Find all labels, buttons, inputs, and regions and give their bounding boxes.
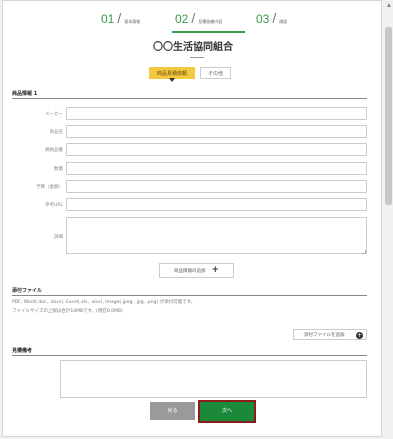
page-scrollbar[interactable] — [384, 0, 393, 439]
field-row-product-name: 商品名 — [3, 125, 383, 139]
step-1-label: 基本情報 — [124, 19, 141, 24]
step-2-number: 02 — [175, 12, 189, 26]
request-type-tabs: 商品見積依頼 その他 — [149, 67, 232, 82]
quantity-label: 数量 — [54, 167, 63, 172]
plus-icon: + — [211, 265, 220, 275]
model-number-label: 規格品番 — [45, 148, 63, 153]
tab-product-quote[interactable]: 商品見積依頼 — [149, 67, 196, 82]
page-title: 〇〇生活協同組合 — [153, 42, 233, 53]
reference-url-input[interactable] — [66, 198, 367, 211]
section-divider — [12, 295, 367, 296]
budget-label: 予算（金額） — [36, 185, 63, 190]
remarks-textarea[interactable] — [60, 360, 367, 398]
product-name-label: 商品名 — [49, 130, 64, 135]
reference-url-label: 参考URL — [45, 203, 63, 208]
attachment-format-note: PDF, Word(.doc, .docx), Excel(.xls, .xls… — [12, 300, 196, 305]
step-3: 03 / 確認 — [256, 10, 287, 26]
section-divider — [12, 98, 367, 99]
step-separator: / — [117, 10, 122, 26]
add-attachment-label: 添付ファイルを追加 — [304, 332, 345, 338]
detail-label: 詳細 — [54, 235, 63, 240]
attachment-section-title: 添付ファイル — [12, 288, 43, 294]
step-3-label: 確認 — [279, 19, 288, 24]
product-name-input[interactable] — [66, 125, 367, 138]
detail-textarea[interactable] — [66, 217, 367, 254]
quantity-input[interactable] — [66, 162, 367, 175]
scrollbar-thumb[interactable] — [385, 27, 392, 205]
step-2-label: 見積依頼内容 — [198, 19, 223, 24]
budget-input[interactable] — [66, 180, 367, 193]
maker-label: メーカー — [45, 112, 63, 117]
step-1: 01 / 基本情報 — [101, 10, 140, 26]
maker-input[interactable] — [66, 107, 367, 120]
field-row-model-number: 規格品番 — [3, 143, 383, 157]
field-row-budget: 予算（金額） — [3, 180, 383, 194]
back-button[interactable]: 戻る — [150, 402, 195, 420]
add-attachment-button[interactable]: 添付ファイルを追加 + — [293, 329, 367, 340]
form-page: 01 / 基本情報 02 / 見積依頼内容 03 / 確認 〇〇生活協同組合 商… — [2, 0, 382, 437]
title-divider — [190, 57, 204, 58]
field-row-maker: メーカー — [3, 107, 383, 121]
remarks-section-title: 見積備考 — [12, 348, 33, 354]
product-section-title: 商品情報 1 — [12, 91, 38, 97]
step-indicator: 01 / 基本情報 02 / 見積依頼内容 03 / 確認 — [3, 10, 383, 33]
next-button[interactable]: 次へ — [198, 400, 256, 423]
add-product-button[interactable]: 商品情報の追加 + — [159, 263, 234, 278]
plus-circle-icon: + — [356, 332, 363, 339]
step-1-number: 01 — [101, 12, 115, 26]
step-2: 02 / 見積依頼内容 — [175, 10, 222, 26]
attachment-size-note: ファイルサイズの上限は合計10MBです。(現在0.0MB) — [12, 309, 123, 314]
field-row-detail: 詳細 — [3, 217, 383, 256]
add-product-label: 商品情報の追加 — [173, 268, 206, 274]
field-row-reference-url: 参考URL — [3, 198, 383, 212]
field-row-quantity: 数量 — [3, 162, 383, 176]
step-separator: / — [272, 10, 277, 26]
model-number-input[interactable] — [66, 143, 367, 156]
scroll-up-arrow-icon[interactable] — [387, 3, 391, 7]
tab-other[interactable]: その他 — [200, 67, 232, 79]
active-step-underline — [172, 31, 245, 33]
resize-handle-icon[interactable] — [362, 250, 366, 254]
step-3-number: 03 — [256, 12, 270, 26]
step-separator: / — [191, 10, 196, 26]
section-divider — [12, 355, 367, 356]
